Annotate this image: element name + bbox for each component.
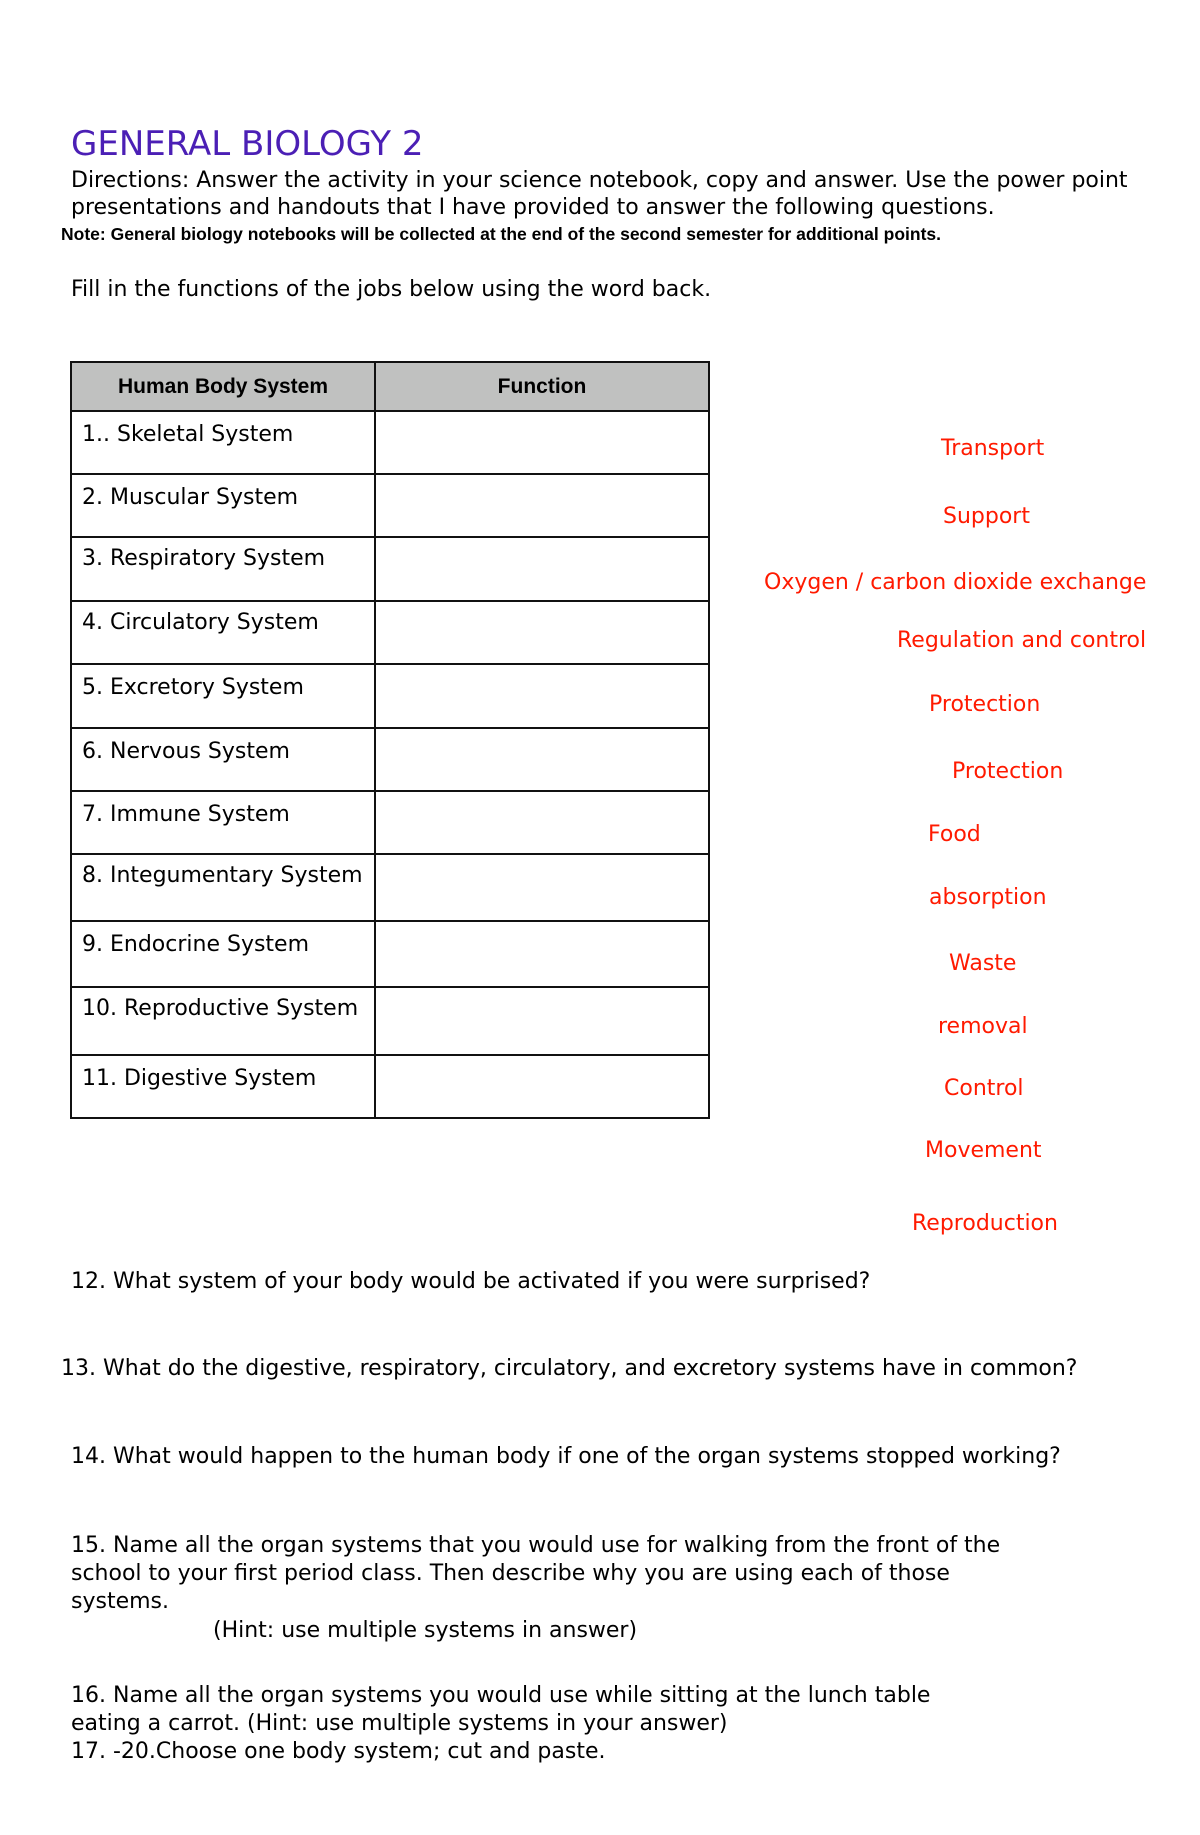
function-answer-cell[interactable]: [374, 600, 710, 665]
word-bank-item: removal: [938, 1014, 1028, 1039]
word-bank-item: Control: [944, 1076, 1024, 1101]
table-row: 7. Immune System: [70, 790, 710, 855]
word-bank-item: Support: [943, 504, 1030, 529]
table-row: 10. Reproductive System: [70, 986, 710, 1056]
system-name-cell: 7. Immune System: [70, 790, 376, 855]
function-answer-cell[interactable]: [374, 790, 710, 855]
function-answer-cell[interactable]: [374, 853, 710, 922]
word-bank-item: Transport: [941, 436, 1045, 461]
word-bank-item: Protection: [929, 692, 1041, 717]
system-name-cell: 3. Respiratory System: [70, 536, 376, 602]
question-15: 15. Name all the organ systems that you …: [71, 1533, 1001, 1614]
question-15-hint: (Hint: use multiple systems in answer): [213, 1618, 638, 1643]
table-row: 11. Digestive System: [70, 1054, 710, 1119]
table-row: 6. Nervous System: [70, 727, 710, 792]
table-header-row: Human Body System Function: [70, 361, 710, 412]
directions-text: Directions: Answer the activity in your …: [71, 168, 1128, 220]
function-answer-cell[interactable]: [374, 663, 710, 729]
word-bank-item: Movement: [925, 1138, 1042, 1163]
table-row: 1.. Skeletal System: [70, 410, 710, 475]
word-bank-item: Oxygen / carbon dioxide exchange: [764, 570, 1147, 595]
table-row: 9. Endocrine System: [70, 920, 710, 988]
word-bank-item: Reproduction: [912, 1211, 1058, 1236]
word-bank-item: Food: [928, 822, 981, 847]
fill-instruction: Fill in the functions of the jobs below …: [71, 277, 712, 302]
table-row: 8. Integumentary System: [70, 853, 710, 922]
system-name-cell: 10. Reproductive System: [70, 986, 376, 1056]
function-answer-cell[interactable]: [374, 727, 710, 792]
table-row: 3. Respiratory System: [70, 536, 710, 602]
system-name-cell: 9. Endocrine System: [70, 920, 376, 988]
function-answer-cell[interactable]: [374, 986, 710, 1056]
question-14: 14. What would happen to the human body …: [71, 1444, 1061, 1469]
page-title: GENERAL BIOLOGY 2: [71, 124, 424, 164]
system-name-cell: 11. Digestive System: [70, 1054, 376, 1119]
question-16: 16. Name all the organ systems you would…: [71, 1683, 931, 1736]
column-header-system: Human Body System: [70, 361, 376, 412]
question-17-20: 17. -20.Choose one body system; cut and …: [71, 1739, 606, 1764]
table-row: 5. Excretory System: [70, 663, 710, 729]
word-bank-item: absorption: [929, 885, 1047, 910]
function-answer-cell[interactable]: [374, 473, 710, 538]
word-bank-item: Waste: [949, 951, 1017, 976]
question-12: 12. What system of your body would be ac…: [71, 1269, 871, 1294]
table-row: 2. Muscular System: [70, 473, 710, 538]
column-header-function: Function: [374, 361, 710, 412]
system-name-cell: 1.. Skeletal System: [70, 410, 376, 475]
function-answer-cell[interactable]: [374, 410, 710, 475]
system-name-cell: 4. Circulatory System: [70, 600, 376, 665]
system-name-cell: 8. Integumentary System: [70, 853, 376, 922]
function-answer-cell[interactable]: [374, 1054, 710, 1119]
note-text: Note: General biology notebooks will be …: [61, 224, 941, 244]
function-answer-cell[interactable]: [374, 920, 710, 988]
question-13: 13. What do the digestive, respiratory, …: [61, 1356, 1078, 1381]
function-answer-cell[interactable]: [374, 536, 710, 602]
system-name-cell: 5. Excretory System: [70, 663, 376, 729]
word-bank-item: Regulation and control: [897, 628, 1147, 653]
word-bank-item: Protection: [952, 759, 1064, 784]
table-row: 4. Circulatory System: [70, 600, 710, 665]
body-systems-table: Human Body System Function 1.. Skeletal …: [70, 361, 710, 1119]
system-name-cell: 2. Muscular System: [70, 473, 376, 538]
system-name-cell: 6. Nervous System: [70, 727, 376, 792]
